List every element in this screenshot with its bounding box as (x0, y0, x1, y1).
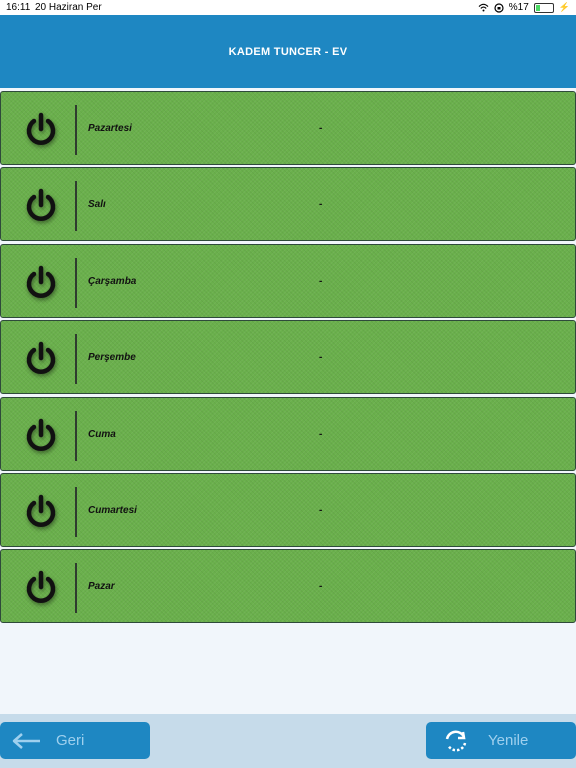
wifi-icon (478, 3, 489, 12)
row-divider (75, 410, 77, 461)
day-label: Pazar (88, 581, 115, 593)
status-bar: 16:11 20 Haziran Per %17 ⚡ (0, 0, 576, 15)
schedule-row[interactable]: Pazartesi - (0, 91, 576, 165)
schedule-value: - (319, 581, 323, 593)
header-bar: KADEM TUNCER - EV (0, 15, 576, 88)
schedule-list: Pazartesi - Salı - Çarşamba - Perşembe - (0, 91, 576, 626)
schedule-row[interactable]: Perşembe - (0, 320, 576, 395)
schedule-value: - (319, 275, 323, 287)
orientation-lock-icon (494, 2, 504, 13)
day-label: Salı (88, 199, 106, 211)
row-divider (75, 105, 77, 155)
schedule-row[interactable]: Cuma - (0, 396, 576, 471)
row-divider (75, 181, 77, 232)
day-label: Perşembe (88, 352, 136, 364)
bottom-toolbar: Geri Yenile (0, 714, 576, 768)
power-icon[interactable] (23, 341, 59, 377)
back-button[interactable]: Geri (0, 722, 150, 759)
row-divider (75, 257, 77, 308)
power-icon[interactable] (23, 112, 59, 148)
schedule-row[interactable]: Salı - (0, 167, 576, 242)
schedule-value: - (319, 428, 323, 440)
charging-icon: ⚡ (558, 2, 570, 12)
page-title: KADEM TUNCER - EV (228, 45, 348, 58)
power-icon[interactable] (23, 265, 59, 301)
day-label: Cumartesi (88, 504, 137, 516)
power-icon[interactable] (23, 188, 59, 224)
day-label: Çarşamba (88, 275, 137, 287)
status-date: 20 Haziran Per (35, 2, 102, 13)
row-divider (75, 563, 77, 614)
battery-percent: %17 (508, 2, 529, 13)
power-icon[interactable] (23, 570, 59, 606)
power-icon[interactable] (23, 494, 59, 530)
back-button-label: Geri (56, 732, 85, 749)
battery-icon (533, 2, 554, 13)
refresh-button-label: Yenile (488, 732, 529, 749)
row-divider (75, 334, 77, 385)
power-icon[interactable] (23, 418, 59, 454)
schedule-row[interactable]: Pazar - (0, 549, 576, 624)
schedule-value: - (319, 123, 323, 134)
status-time: 16:11 (6, 2, 31, 13)
refresh-button[interactable]: Yenile (426, 722, 576, 759)
schedule-value: - (319, 199, 323, 211)
arrow-left-icon (12, 732, 40, 749)
schedule-value: - (319, 504, 323, 516)
day-label: Cuma (88, 428, 116, 440)
refresh-icon (445, 730, 467, 751)
schedule-value: - (319, 352, 323, 364)
schedule-row[interactable]: Cumartesi - (0, 472, 576, 547)
row-divider (75, 486, 77, 537)
status-right: %17 ⚡ (478, 2, 570, 13)
schedule-row[interactable]: Çarşamba - (0, 243, 576, 318)
day-label: Pazartesi (88, 123, 132, 134)
